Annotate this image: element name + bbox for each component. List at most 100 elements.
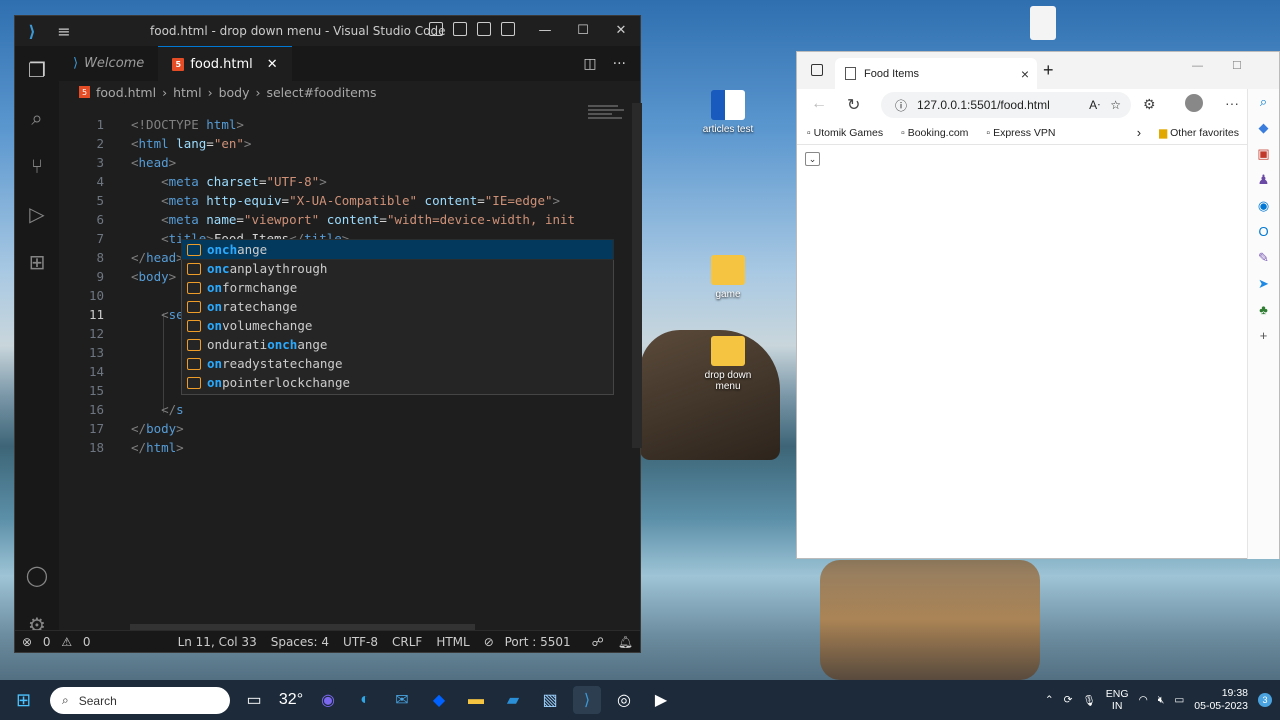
browser-tab-bar: Food Items × + — ☐ xyxy=(797,52,1279,89)
explorer-icon[interactable]: ❐ xyxy=(15,46,59,94)
more-actions-icon[interactable]: ··· xyxy=(613,56,626,72)
account-icon[interactable]: ◯ xyxy=(15,551,59,599)
suggestion-item[interactable]: on pointerlockchange xyxy=(182,373,613,392)
desktop-icon-file[interactable] xyxy=(1008,6,1078,44)
suggestion-item[interactable]: ondurati onch ange xyxy=(182,335,613,354)
cursor-position[interactable]: Ln 11, Col 33 xyxy=(171,635,264,649)
extensions-icon[interactable]: ⚙ xyxy=(1143,96,1156,113)
maximize-button[interactable]: ☐ xyxy=(564,16,602,46)
feedback-icon[interactable]: ☍ xyxy=(585,635,611,649)
taskbar-search[interactable]: ⌕ Search xyxy=(50,687,230,714)
outlook-icon[interactable]: O xyxy=(1248,219,1279,245)
language-mode[interactable]: HTML xyxy=(429,635,476,649)
minimap[interactable] xyxy=(588,103,628,133)
read-aloud-icon[interactable]: Aᐧ xyxy=(1089,98,1100,112)
hamburger-menu-icon[interactable]: ≡ xyxy=(49,22,79,41)
notifications-bell-icon[interactable]: 🔔︎ xyxy=(611,635,640,649)
desktop-icon-drop-down-menu[interactable]: drop down menu xyxy=(693,336,763,392)
task-view-icon[interactable]: ▭ xyxy=(240,686,268,714)
suggestion-item[interactable]: on readystatechange xyxy=(182,354,613,373)
send-icon[interactable]: ➤ xyxy=(1248,271,1279,297)
maximize-button[interactable]: ☐ xyxy=(1232,59,1242,72)
weather-widget[interactable]: 32° xyxy=(277,686,305,714)
breadcrumb-file[interactable]: food.html xyxy=(96,85,156,100)
breadcrumb-html[interactable]: html xyxy=(173,85,201,100)
address-bar[interactable]: ⓘ 127.0.0.1:5501/food.html Aᐧ ☆ xyxy=(881,92,1131,118)
wifi-icon[interactable]: ◠ xyxy=(1139,694,1148,706)
breadcrumb-body[interactable]: body xyxy=(219,85,250,100)
toggle-sidebar-icon[interactable] xyxy=(429,22,443,36)
tree-icon[interactable]: ♣ xyxy=(1248,297,1279,323)
suggestion-widget[interactable]: onch ange onc anplaythrough on formchange on ra… xyxy=(181,239,614,395)
extensions-icon[interactable]: ⊞ xyxy=(15,238,59,286)
battery-icon[interactable]: ▭ xyxy=(1174,694,1184,706)
toggle-panel-icon[interactable] xyxy=(453,22,467,36)
suggestion-item[interactable]: on formchange xyxy=(182,278,613,297)
search-icon[interactable]: ⌕ xyxy=(15,94,59,142)
new-tab-icon[interactable]: + xyxy=(1043,60,1054,81)
vscode-taskbar-icon[interactable]: ⟩ xyxy=(573,686,601,714)
media-player-icon[interactable]: ▶ xyxy=(647,686,675,714)
games-icon[interactable]: ♟ xyxy=(1248,167,1279,193)
toggle-secondary-sidebar-icon[interactable] xyxy=(477,22,491,36)
sync-icon[interactable]: ⟳ xyxy=(1064,694,1073,706)
language-indicator[interactable]: ENG IN xyxy=(1106,688,1129,712)
close-button[interactable]: ✕ xyxy=(602,16,640,46)
chrome-icon[interactable]: ◎ xyxy=(610,686,638,714)
source-control-icon[interactable]: ⑂ xyxy=(15,142,59,190)
problems-indicator[interactable]: ⊗ 0 ⚠ 0 xyxy=(15,635,105,649)
suggestion-item[interactable]: on ratechange xyxy=(182,297,613,316)
refresh-icon[interactable]: ↻ xyxy=(847,95,860,115)
edge-icon[interactable]: ◐ xyxy=(351,686,379,714)
clock[interactable]: 19:38 05-05-2023 xyxy=(1194,687,1248,713)
dropbox-icon[interactable]: ◆ xyxy=(425,686,453,714)
select-dropdown[interactable]: ⌄ xyxy=(805,152,820,166)
close-tab-icon[interactable]: × xyxy=(1021,66,1029,82)
photos-icon[interactable]: ▧ xyxy=(536,686,564,714)
office-icon[interactable]: ◉ xyxy=(1248,193,1279,219)
start-icon[interactable]: ⊞ xyxy=(16,690,31,711)
suggestion-item[interactable]: onc anplaythrough xyxy=(182,259,613,278)
chevron-right-icon[interactable]: › xyxy=(1137,125,1141,140)
minimize-button[interactable]: — xyxy=(1192,60,1203,72)
favorite-booking[interactable]: ▫ Booking.com xyxy=(901,127,968,139)
indentation[interactable]: Spaces: 4 xyxy=(264,635,336,649)
tools-icon[interactable]: ▣ xyxy=(1248,141,1279,167)
customize-layout-icon[interactable] xyxy=(501,22,515,36)
chevron-up-icon[interactable]: ⌃ xyxy=(1045,694,1054,706)
run-debug-icon[interactable]: ▷ xyxy=(15,190,59,238)
favorite-star-icon[interactable]: ☆ xyxy=(1110,98,1131,112)
shopping-icon[interactable]: ◆ xyxy=(1248,115,1279,141)
browser-tab-food-items[interactable]: Food Items × xyxy=(835,58,1037,89)
volume-icon[interactable]: 🔇︎ xyxy=(1158,694,1165,707)
back-icon[interactable]: ← xyxy=(811,95,827,113)
mail-icon[interactable]: ✉ xyxy=(388,686,416,714)
microphone-icon[interactable]: 🎙︎ xyxy=(1082,694,1095,707)
breadcrumb-select[interactable]: select#fooditems xyxy=(266,85,376,100)
favorite-express-vpn[interactable]: ▫ Express VPN xyxy=(986,127,1055,139)
search-icon[interactable]: ⌕ xyxy=(1248,89,1279,115)
suggestion-item[interactable]: onch ange xyxy=(181,239,614,260)
profile-avatar[interactable] xyxy=(1185,94,1203,112)
favorite-utomik-games[interactable]: ▫ Utomik Games xyxy=(807,127,883,139)
desktop-icon-game[interactable]: game xyxy=(693,255,763,300)
split-editor-icon[interactable]: ◫ xyxy=(583,56,596,72)
suggestion-item[interactable]: on volumechange xyxy=(182,316,613,335)
minimize-button[interactable]: — xyxy=(526,16,564,46)
live-server-port[interactable]: ⊘ Port : 5501 xyxy=(477,635,585,649)
tab-welcome[interactable]: ⟩ Welcome xyxy=(59,46,158,81)
vertical-scrollbar[interactable] xyxy=(632,103,642,448)
tab-actions-icon[interactable] xyxy=(811,64,823,76)
more-menu-icon[interactable]: ··· xyxy=(1225,95,1239,111)
powershell-icon[interactable]: ▰ xyxy=(499,686,527,714)
designer-icon[interactable]: ✎ xyxy=(1248,245,1279,271)
notification-badge[interactable]: 3 xyxy=(1258,693,1272,707)
add-icon[interactable]: + xyxy=(1248,323,1279,349)
close-tab-icon[interactable]: ✕ xyxy=(267,57,278,72)
end-of-line[interactable]: CRLF xyxy=(385,635,429,649)
file-explorer-icon[interactable]: ▬ xyxy=(462,686,490,714)
chat-icon[interactable]: ◉ xyxy=(314,686,342,714)
desktop-icon-articles[interactable]: articles test xyxy=(693,90,763,135)
tab-food-html[interactable]: 5 food.html ✕ xyxy=(158,46,292,81)
encoding[interactable]: UTF-8 xyxy=(336,635,385,649)
